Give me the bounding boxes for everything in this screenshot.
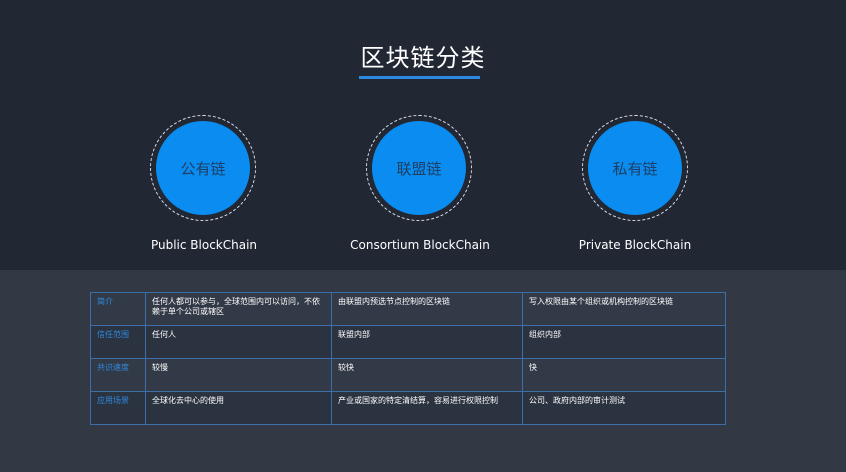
table-cell: 任何人 <box>145 325 332 359</box>
table-cell: 产业或国家的特定清结算，容易进行权限控制 <box>331 391 523 425</box>
table-row: 信任范围 任何人 联盟内部 组织内部 <box>90 325 726 359</box>
public-chain-circle-label: 公有链 <box>156 121 250 215</box>
public-chain-name: Public BlockChain <box>150 238 258 252</box>
table-cell: 任何人都可以参与，全球范围内可以访问，不依赖于单个公司或辖区 <box>145 292 332 326</box>
public-chain-circle: 公有链 <box>150 115 256 221</box>
table-cell: 快 <box>522 358 726 392</box>
consortium-chain-circle-label: 联盟链 <box>372 121 466 215</box>
title-underline <box>359 76 480 79</box>
private-chain-circle-label: 私有链 <box>588 121 682 215</box>
table-cell: 组织内部 <box>522 325 726 359</box>
row-header: 简介 <box>90 292 146 326</box>
table-cell: 公司、政府内部的审计测试 <box>522 391 726 425</box>
comparison-table: 简介 任何人都可以参与，全球范围内可以访问，不依赖于单个公司或辖区 由联盟内预选… <box>90 292 726 425</box>
table-cell: 全球化去中心的使用 <box>145 391 332 425</box>
page-title: 区块链分类 <box>360 44 486 72</box>
private-chain-name: Private BlockChain <box>578 238 692 252</box>
table-cell: 由联盟内预选节点控制的区块链 <box>331 292 523 326</box>
table-row: 应用场景 全球化去中心的使用 产业或国家的特定清结算，容易进行权限控制 公司、政… <box>90 391 726 425</box>
consortium-chain-circle: 联盟链 <box>366 115 472 221</box>
table-row: 简介 任何人都可以参与，全球范围内可以访问，不依赖于单个公司或辖区 由联盟内预选… <box>90 292 726 326</box>
table-cell: 较慢 <box>145 358 332 392</box>
row-header: 共识速度 <box>90 358 146 392</box>
consortium-chain-name: Consortium BlockChain <box>350 238 490 252</box>
table-cell: 写入权限由某个组织或机构控制的区块链 <box>522 292 726 326</box>
table-cell: 较快 <box>331 358 523 392</box>
row-header: 应用场景 <box>90 391 146 425</box>
table-row: 共识速度 较慢 较快 快 <box>90 358 726 392</box>
row-header: 信任范围 <box>90 325 146 359</box>
table-cell: 联盟内部 <box>331 325 523 359</box>
private-chain-circle: 私有链 <box>582 115 688 221</box>
